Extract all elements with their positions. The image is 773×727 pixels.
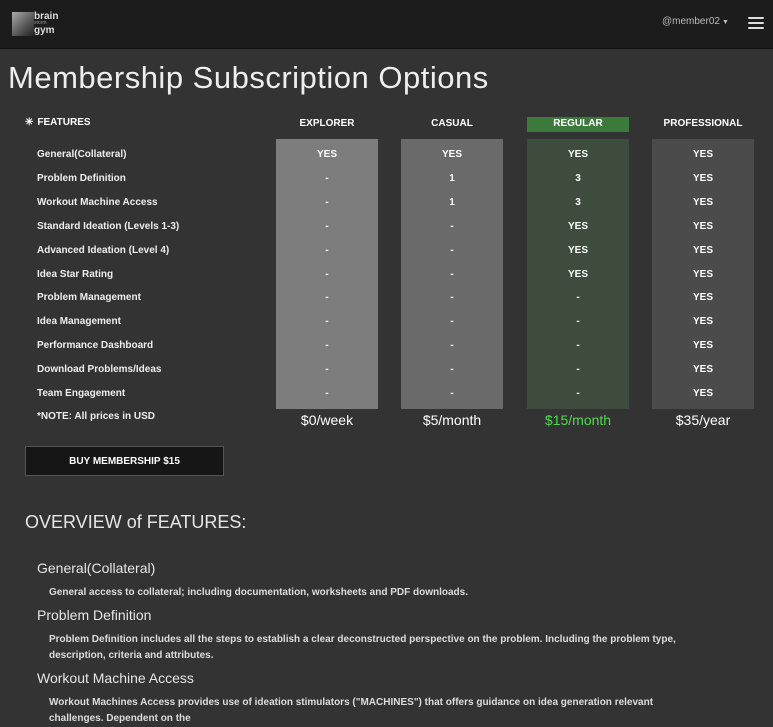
feature-label: Advanced Ideation (Level 4) <box>37 245 170 256</box>
overview-title: OVERVIEW of FEATURES: <box>25 512 247 532</box>
regular-cell: - <box>576 388 580 399</box>
professional-cell: YES <box>692 316 713 327</box>
regular-cell: - <box>576 340 580 351</box>
professional-cell: YES <box>692 245 713 256</box>
explorer-cell: - <box>325 173 329 184</box>
casual-cell: 1 <box>449 173 455 184</box>
professional-cell: YES <box>692 269 713 280</box>
buy-membership-button[interactable]: BUY MEMBERSHIP $15 <box>25 446 224 476</box>
regular-cell: - <box>576 364 580 375</box>
professional-header: PROFESSIONAL <box>663 118 743 129</box>
professional-cell: YES <box>692 364 713 375</box>
explorer-cell: - <box>325 316 329 327</box>
explorer-cell: - <box>325 221 329 232</box>
overview-heading-problem-definition: Problem Definition <box>37 607 152 623</box>
feature-label: Download Problems/Ideas <box>37 364 162 375</box>
brainstorm-gym-logo[interactable]: brain storm gym <box>12 12 62 38</box>
regular-cell: YES <box>567 221 588 232</box>
feature-label: Performance Dashboard <box>37 340 154 351</box>
regular-header: REGULAR <box>527 117 629 132</box>
professional-price: $35/year <box>675 412 731 428</box>
casual-cell: - <box>450 292 454 303</box>
price-note: *NOTE: All prices in USD <box>37 411 155 422</box>
overview-text-workout-machine: Workout Machines Access provides use of … <box>49 697 654 724</box>
casual-cell: - <box>450 316 454 327</box>
feature-label: General(Collateral) <box>37 149 127 160</box>
username: @member02 <box>662 16 720 27</box>
feature-label: Workout Machine Access <box>37 197 158 208</box>
explorer-cell: - <box>325 245 329 256</box>
user-menu[interactable]: @member02 ▼ <box>662 16 729 27</box>
explorer-cell: - <box>325 292 329 303</box>
overview-heading-general: General(Collateral) <box>37 560 156 576</box>
feature-label: Idea Star Rating <box>37 269 114 280</box>
regular-cell: 3 <box>575 173 581 184</box>
explorer-cell: - <box>325 364 329 375</box>
feature-label: Problem Management <box>37 292 141 303</box>
hamburger-icon[interactable] <box>748 17 764 30</box>
professional-cell: YES <box>692 388 713 399</box>
casual-cell: - <box>450 245 454 256</box>
feature-label: Team Engagement <box>37 388 126 399</box>
casual-cell: - <box>450 221 454 232</box>
casual-cell: - <box>450 340 454 351</box>
regular-cell: 3 <box>575 197 581 208</box>
overview-heading-workout-machine: Workout Machine Access <box>37 670 194 686</box>
regular-cell: YES <box>567 149 588 160</box>
explorer-cell: - <box>325 388 329 399</box>
caret-down-icon: ▼ <box>721 19 729 26</box>
feature-label: Idea Management <box>37 316 121 327</box>
explorer-price: $0/week <box>300 412 354 428</box>
explorer-cell: YES <box>316 149 337 160</box>
feature-label: Problem Definition <box>37 173 126 184</box>
casual-cell: 1 <box>449 197 455 208</box>
top-bar: brain storm gym @member02 ▼ <box>0 0 773 49</box>
logo-mark-icon <box>12 12 34 36</box>
regular-price: $15/month <box>544 412 612 428</box>
explorer-cell: - <box>325 269 329 280</box>
explorer-cell: - <box>325 197 329 208</box>
features-label: FEATURES <box>37 117 91 128</box>
casual-cell: - <box>450 388 454 399</box>
features-header: ✳ FEATURES <box>25 117 91 128</box>
professional-cell: YES <box>692 149 713 160</box>
overview-text-general: General access to collateral; including … <box>49 587 468 598</box>
casual-cell: - <box>450 269 454 280</box>
casual-cell: YES <box>441 149 462 160</box>
logo-line-3: gym <box>34 25 55 36</box>
regular-cell: YES <box>567 245 588 256</box>
professional-cell: YES <box>692 221 713 232</box>
regular-cell: - <box>576 292 580 303</box>
professional-cell: YES <box>692 197 713 208</box>
logo-text: brain storm gym <box>34 12 58 36</box>
explorer-cell: - <box>325 340 329 351</box>
professional-cell: YES <box>692 292 713 303</box>
casual-cell: - <box>450 364 454 375</box>
professional-cell: YES <box>692 173 713 184</box>
casual-price: $5/month <box>422 412 482 428</box>
page-title: Membership Subscription Options <box>8 60 489 95</box>
casual-header: CASUAL <box>431 118 473 129</box>
regular-cell: YES <box>567 269 588 280</box>
overview-text-problem-definition: Problem Definition includes all the step… <box>49 634 676 661</box>
professional-cell: YES <box>692 340 713 351</box>
asterisk-icon: ✳ <box>25 117 34 128</box>
feature-label: Standard Ideation (Levels 1-3) <box>37 221 180 232</box>
regular-cell: - <box>576 316 580 327</box>
explorer-header: EXPLORER <box>299 118 355 129</box>
